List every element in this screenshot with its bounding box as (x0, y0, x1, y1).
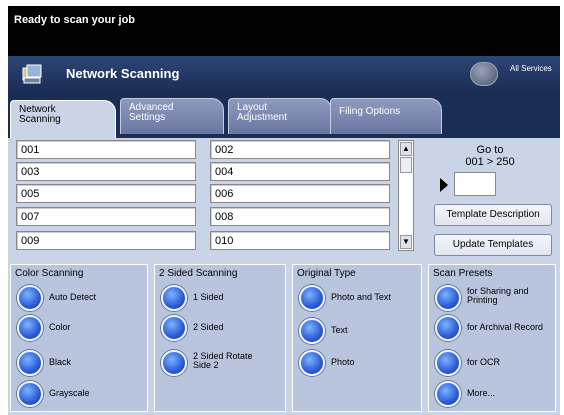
template-item[interactable]: 006 (210, 184, 390, 203)
option-2-sided[interactable]: 2 Sided (161, 315, 281, 341)
option-for-ocr[interactable]: for OCR (435, 350, 555, 376)
radio-button-icon[interactable] (161, 315, 187, 341)
tab-label-line1: Filing Options (339, 106, 401, 117)
group-title: Original Type (297, 268, 356, 279)
template-description-button[interactable]: Template Description (434, 204, 552, 226)
template-item[interactable]: 009 (16, 231, 196, 250)
option-label: More... (467, 388, 496, 398)
template-scrollbar[interactable]: ▲ ▼ (398, 140, 414, 251)
all-services-button[interactable] (470, 62, 498, 86)
option-grayscale[interactable]: Grayscale (17, 381, 137, 407)
template-item[interactable]: 005 (16, 184, 196, 203)
option-label: for Archival Record (467, 322, 544, 332)
option-label: Color (49, 322, 71, 332)
option-label: Photo and Text (331, 292, 391, 302)
option-label: for Sharing and Printing (467, 287, 529, 305)
radio-button-icon[interactable] (435, 381, 461, 407)
option-photo-and-text[interactable]: Photo and Text (299, 285, 419, 311)
tab-advanced-settings[interactable]: Advanced Settings (120, 98, 224, 134)
scroll-up-icon[interactable]: ▲ (400, 142, 412, 156)
tab-filing-options[interactable]: Filing Options (330, 98, 442, 134)
option-color[interactable]: Color (17, 315, 137, 341)
network-scanning-icon (22, 64, 42, 84)
template-item[interactable]: 008 (210, 207, 390, 226)
tab-network-scanning[interactable]: Network Scanning (10, 100, 116, 140)
update-templates-button[interactable]: Update Templates (434, 234, 552, 256)
all-services-label[interactable]: All Services (510, 64, 552, 73)
option-label-line2: Side 2 (193, 360, 219, 370)
template-item[interactable]: 001 (16, 140, 196, 159)
template-item[interactable]: 004 (210, 162, 390, 181)
scroll-down-icon[interactable]: ▼ (400, 235, 412, 249)
option-label: Auto Detect (49, 292, 97, 302)
option-text[interactable]: Text (299, 318, 419, 344)
radio-button-icon[interactable] (17, 381, 43, 407)
radio-button-icon[interactable] (161, 285, 187, 311)
radio-button-icon[interactable] (17, 285, 43, 311)
goto-title: Go to (476, 144, 504, 156)
status-bar: Ready to scan your job (8, 6, 560, 56)
option-for-sharing-and-printing[interactable]: for Sharing and Printing (435, 285, 555, 311)
tab-label-line2: Settings (129, 112, 166, 123)
tab-bar: Network Scanning Advanced Settings Layou… (8, 92, 560, 140)
page-title: Network Scanning (66, 66, 180, 81)
template-list: 001 002 003 004 005 006 007 008 009 010 (16, 138, 390, 256)
option-label: Text (331, 325, 348, 335)
radio-button-icon[interactable] (435, 315, 461, 341)
main-panel: 001 002 003 004 005 006 007 008 009 010 … (8, 138, 560, 415)
template-item[interactable]: 010 (210, 231, 390, 250)
play-arrow-icon (440, 178, 448, 192)
two-sided-scanning-group: 2 Sided Scanning 1 Sided 2 Sided 2 Sided… (154, 264, 286, 412)
goto-range: 001 > 250 (465, 156, 515, 168)
template-item[interactable]: 007 (16, 207, 196, 226)
tab-label-line2: Scanning (19, 114, 61, 125)
template-item[interactable]: 003 (16, 162, 196, 181)
option-label: Photo (331, 357, 355, 367)
option-for-archival-record[interactable]: for Archival Record (435, 315, 555, 341)
radio-button-icon[interactable] (299, 285, 325, 311)
radio-button-icon[interactable] (161, 350, 187, 376)
option-label: for OCR (467, 357, 501, 367)
option-label: 2 Sided Rotate Side 2 (193, 352, 253, 370)
option-2-sided-rotate-side-2[interactable]: 2 Sided Rotate Side 2 (161, 350, 281, 376)
goto-input[interactable] (454, 172, 496, 196)
group-title: 2 Sided Scanning (159, 268, 238, 279)
option-label: 2 Sided (193, 322, 224, 332)
radio-button-icon[interactable] (435, 350, 461, 376)
option-black[interactable]: Black (17, 350, 137, 376)
template-item[interactable]: 002 (210, 140, 390, 159)
option-label: 1 Sided (193, 292, 224, 302)
group-title: Color Scanning (15, 268, 84, 279)
option-label: Grayscale (49, 388, 90, 398)
radio-button-icon[interactable] (435, 285, 461, 311)
scroll-thumb[interactable] (400, 157, 412, 173)
option-auto-detect[interactable]: Auto Detect (17, 285, 137, 311)
radio-button-icon[interactable] (17, 315, 43, 341)
option-label: Black (49, 357, 72, 367)
tab-label-line2: Adjustment (237, 112, 288, 123)
scan-presets-group: Scan Presets for Sharing and Printing fo… (428, 264, 556, 412)
header-bar: Network Scanning All Services (8, 56, 560, 92)
option-more[interactable]: More... (435, 381, 555, 407)
option-photo[interactable]: Photo (299, 350, 419, 376)
radio-button-icon[interactable] (299, 350, 325, 376)
radio-button-icon[interactable] (299, 318, 325, 344)
option-1-sided[interactable]: 1 Sided (161, 285, 281, 311)
tab-layout-adjustment[interactable]: Layout Adjustment (228, 98, 332, 134)
option-label-line2: Printing (467, 295, 498, 305)
original-type-group: Original Type Photo and Text Text Photo (292, 264, 422, 412)
group-title: Scan Presets (433, 268, 493, 279)
color-scanning-group: Color Scanning Auto Detect Color Black G… (10, 264, 148, 412)
goto-label: Go to 001 > 250 (450, 144, 530, 168)
status-message: Ready to scan your job (14, 14, 136, 26)
radio-button-icon[interactable] (17, 350, 43, 376)
